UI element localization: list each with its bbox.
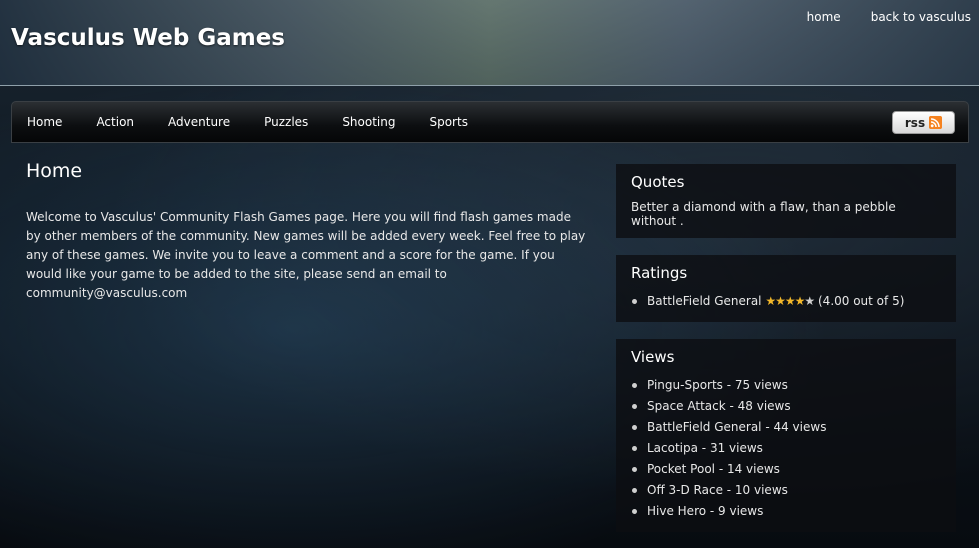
nav-item-puzzles[interactable]: Puzzles	[264, 115, 308, 129]
site-header: Vasculus Web Games home back to vasculus	[0, 0, 979, 86]
main-content: Home Welcome to Vasculus' Community Flas…	[26, 160, 586, 303]
views-item[interactable]: Pingu-Sports - 75 views	[631, 375, 941, 396]
ratings-list: BattleField General ★★★★★ (4.00 out of 5…	[631, 291, 941, 312]
views-title: Views	[631, 348, 675, 366]
views-item[interactable]: Off 3-D Race - 10 views	[631, 480, 941, 501]
page-heading: Home	[26, 160, 83, 182]
nav-list: Home Action Adventure Puzzles Shooting S…	[27, 115, 502, 129]
star-icon: ★	[775, 294, 786, 308]
nav-link-action[interactable]: Action	[96, 115, 134, 129]
top-links: home back to vasculus	[807, 10, 971, 24]
nav-link-home[interactable]: Home	[27, 115, 62, 129]
nav-item-sports[interactable]: Sports	[429, 115, 467, 129]
star-icon: ★	[794, 294, 806, 308]
quotes-title: Quotes	[631, 173, 685, 191]
intro-text: Welcome to Vasculus' Community Flash Gam…	[26, 210, 586, 300]
top-link-back-to-vasculus[interactable]: back to vasculus	[871, 10, 971, 24]
rss-feed-icon	[929, 116, 943, 129]
nav-item-shooting[interactable]: Shooting	[342, 115, 395, 129]
nav-item-home[interactable]: Home	[27, 115, 62, 129]
main-navbar: Home Action Adventure Puzzles Shooting S…	[11, 101, 969, 143]
views-widget: Views Pingu-Sports - 75 views Space Atta…	[616, 339, 956, 532]
nav-link-adventure[interactable]: Adventure	[168, 115, 230, 129]
views-item[interactable]: BattleField General - 44 views	[631, 417, 941, 438]
rating-item: BattleField General ★★★★★ (4.00 out of 5…	[631, 291, 941, 312]
views-item[interactable]: Space Attack - 48 views	[631, 396, 941, 417]
ratings-widget: Ratings BattleField General ★★★★★ (4.00 …	[616, 255, 956, 322]
quote-text: Better a diamond with a flaw, than a peb…	[631, 200, 896, 228]
nav-item-adventure[interactable]: Adventure	[168, 115, 230, 129]
top-link-home[interactable]: home	[807, 10, 841, 24]
nav-item-action[interactable]: Action	[96, 115, 134, 129]
quotes-widget: Quotes Better a diamond with a flaw, tha…	[616, 164, 956, 238]
nav-link-puzzles[interactable]: Puzzles	[264, 115, 308, 129]
rating-game-link[interactable]: BattleField General	[647, 294, 762, 308]
rating-score: (4.00 out of 5)	[818, 294, 905, 308]
star-icon: ★	[765, 294, 776, 308]
rss-button[interactable]: rss	[892, 111, 955, 134]
site-title: Vasculus Web Games	[11, 25, 285, 51]
star-rating: ★★★★★	[765, 291, 815, 312]
sidebar: Quotes Better a diamond with a flaw, tha…	[616, 164, 956, 548]
views-item[interactable]: Hive Hero - 9 views	[631, 501, 941, 522]
views-item[interactable]: Lacotipa - 31 views	[631, 438, 941, 459]
star-empty-icon: ★	[804, 294, 815, 308]
ratings-title: Ratings	[631, 264, 688, 282]
rss-label: rss	[904, 115, 926, 130]
nav-link-shooting[interactable]: Shooting	[342, 115, 395, 129]
nav-link-sports[interactable]: Sports	[429, 115, 467, 129]
views-list: Pingu-Sports - 75 views Space Attack - 4…	[631, 375, 941, 522]
star-icon: ★	[784, 294, 796, 308]
views-item[interactable]: Pocket Pool - 14 views	[631, 459, 941, 480]
